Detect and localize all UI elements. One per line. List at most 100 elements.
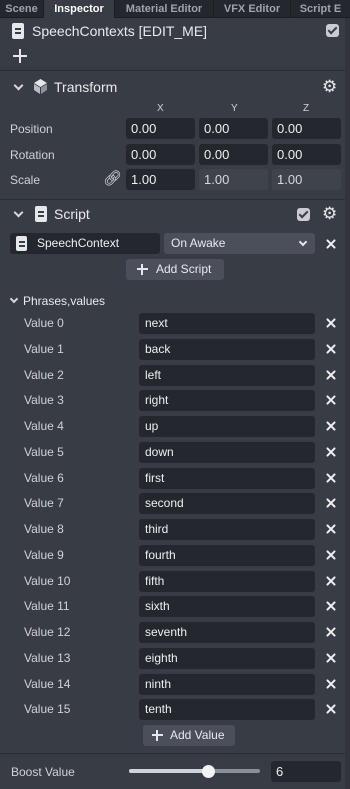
script-file-icon: [35, 206, 47, 222]
add-script-button[interactable]: Add Script: [126, 259, 224, 280]
chevron-down-icon[interactable]: [13, 80, 24, 91]
boost-slider-handle[interactable]: [202, 765, 215, 778]
value-label: Value 2: [24, 368, 64, 382]
list-item: Value 14 ninth: [0, 674, 350, 695]
value-field[interactable]: back: [139, 339, 315, 360]
list-item: Value 15 tenth: [0, 699, 350, 720]
value-field[interactable]: up: [139, 416, 315, 437]
value-field[interactable]: eighth: [139, 648, 315, 669]
phrases-title: Phrases,values: [23, 294, 106, 308]
tab-vfx-editor[interactable]: VFX Editor: [214, 0, 291, 18]
transform-section: Transform ⚙ X Y Z Position 0.00 0.00 0.0…: [0, 71, 350, 196]
remove-value-close-icon[interactable]: [324, 369, 338, 383]
script-asset-field[interactable]: SpeechContext: [10, 233, 160, 254]
plus-icon: [137, 264, 148, 275]
script-asset-name: SpeechContext: [37, 236, 120, 250]
value-field[interactable]: sixth: [139, 596, 315, 617]
value-label: Value 10: [24, 574, 71, 588]
list-item: Value 7 second: [0, 493, 350, 514]
transform-cube-icon: [32, 78, 49, 95]
rotation-x-field[interactable]: 0.00: [126, 144, 195, 165]
add-script-label: Add Script: [156, 262, 212, 276]
list-item: Value 0 next: [0, 313, 350, 334]
plus-icon: [152, 730, 163, 741]
value-field[interactable]: third: [139, 519, 315, 540]
rotation-y-field[interactable]: 0.00: [199, 144, 268, 165]
remove-value-close-icon[interactable]: [324, 549, 338, 563]
list-item: Value 1 back: [0, 339, 350, 360]
tab-bar: Scene Inspector Material Editor VFX Edit…: [0, 0, 350, 18]
remove-value-close-icon[interactable]: [324, 497, 338, 511]
value-field[interactable]: fifth: [139, 571, 315, 592]
transform-title: Transform: [54, 79, 118, 95]
tab-material-editor[interactable]: Material Editor: [115, 0, 214, 18]
value-label: Value 1: [24, 342, 64, 356]
value-field[interactable]: next: [139, 313, 315, 334]
remove-value-close-icon[interactable]: [324, 317, 338, 331]
rotation-z-field[interactable]: 0.00: [272, 144, 341, 165]
value-label: Value 14: [24, 677, 71, 691]
chevron-down-icon: [298, 237, 308, 247]
script-file-icon: [12, 23, 24, 39]
remove-value-close-icon[interactable]: [324, 523, 338, 537]
chevron-down-icon[interactable]: [13, 207, 24, 218]
axis-y-label: Y: [231, 103, 238, 114]
list-item: Value 10 fifth: [0, 571, 350, 592]
object-enabled-checkbox[interactable]: [326, 24, 339, 37]
boost-value-field[interactable]: 6: [271, 761, 341, 782]
event-dropdown[interactable]: On Awake: [164, 233, 315, 254]
value-field[interactable]: second: [139, 493, 315, 514]
scale-y-field[interactable]: 1.00: [199, 169, 268, 190]
tab-inspector[interactable]: Inspector: [44, 0, 115, 18]
link-icon[interactable]: 🔗︎: [103, 169, 122, 187]
axis-x-label: X: [157, 103, 164, 114]
remove-value-close-icon[interactable]: [324, 420, 338, 434]
add-value-button[interactable]: Add Value: [143, 725, 235, 746]
scale-z-field[interactable]: 1.00: [272, 169, 341, 190]
position-z-field[interactable]: 0.00: [272, 118, 341, 139]
tab-script-editor[interactable]: Script E: [291, 0, 350, 18]
value-field[interactable]: fourth: [139, 545, 315, 566]
remove-value-close-icon[interactable]: [324, 600, 338, 614]
value-label: Value 9: [24, 548, 64, 562]
script-enabled-checkbox[interactable]: [297, 208, 310, 221]
gear-icon[interactable]: ⚙: [322, 78, 337, 95]
list-item: Value 2 left: [0, 365, 350, 386]
value-field[interactable]: left: [139, 365, 315, 386]
remove-value-close-icon[interactable]: [324, 652, 338, 666]
remove-value-close-icon[interactable]: [324, 575, 338, 589]
list-item: Value 8 third: [0, 519, 350, 540]
add-component-plus-icon[interactable]: [13, 49, 27, 63]
list-item: Value 9 fourth: [0, 545, 350, 566]
remove-value-close-icon[interactable]: [324, 703, 338, 717]
position-y-field[interactable]: 0.00: [199, 118, 268, 139]
inspector-scrollbar[interactable]: [345, 18, 350, 789]
value-field[interactable]: ninth: [139, 674, 315, 695]
value-label: Value 13: [24, 651, 71, 665]
list-item: Value 3 right: [0, 390, 350, 411]
object-name[interactable]: SpeechContexts [EDIT_ME]: [32, 23, 207, 39]
script-title: Script: [54, 206, 90, 222]
remove-value-close-icon[interactable]: [324, 472, 338, 486]
script-file-icon: [16, 236, 27, 251]
value-label: Value 3: [24, 393, 64, 407]
list-item: Value 12 seventh: [0, 622, 350, 643]
remove-value-close-icon[interactable]: [324, 394, 338, 408]
remove-value-close-icon[interactable]: [324, 626, 338, 640]
value-field[interactable]: seventh: [139, 622, 315, 643]
remove-value-close-icon[interactable]: [324, 343, 338, 357]
remove-value-close-icon[interactable]: [324, 678, 338, 692]
value-label: Value 4: [24, 419, 64, 433]
value-field[interactable]: first: [139, 468, 315, 489]
value-field[interactable]: down: [139, 442, 315, 463]
position-x-field[interactable]: 0.00: [126, 118, 195, 139]
scale-x-field[interactable]: 1.00: [126, 169, 195, 190]
chevron-down-icon[interactable]: [9, 294, 19, 304]
remove-script-close-icon[interactable]: [324, 238, 338, 252]
remove-value-close-icon[interactable]: [324, 446, 338, 460]
add-value-label: Add Value: [170, 728, 225, 742]
value-field[interactable]: tenth: [139, 699, 315, 720]
gear-icon[interactable]: ⚙: [322, 205, 337, 222]
tab-scene[interactable]: Scene: [0, 0, 44, 18]
value-field[interactable]: right: [139, 390, 315, 411]
